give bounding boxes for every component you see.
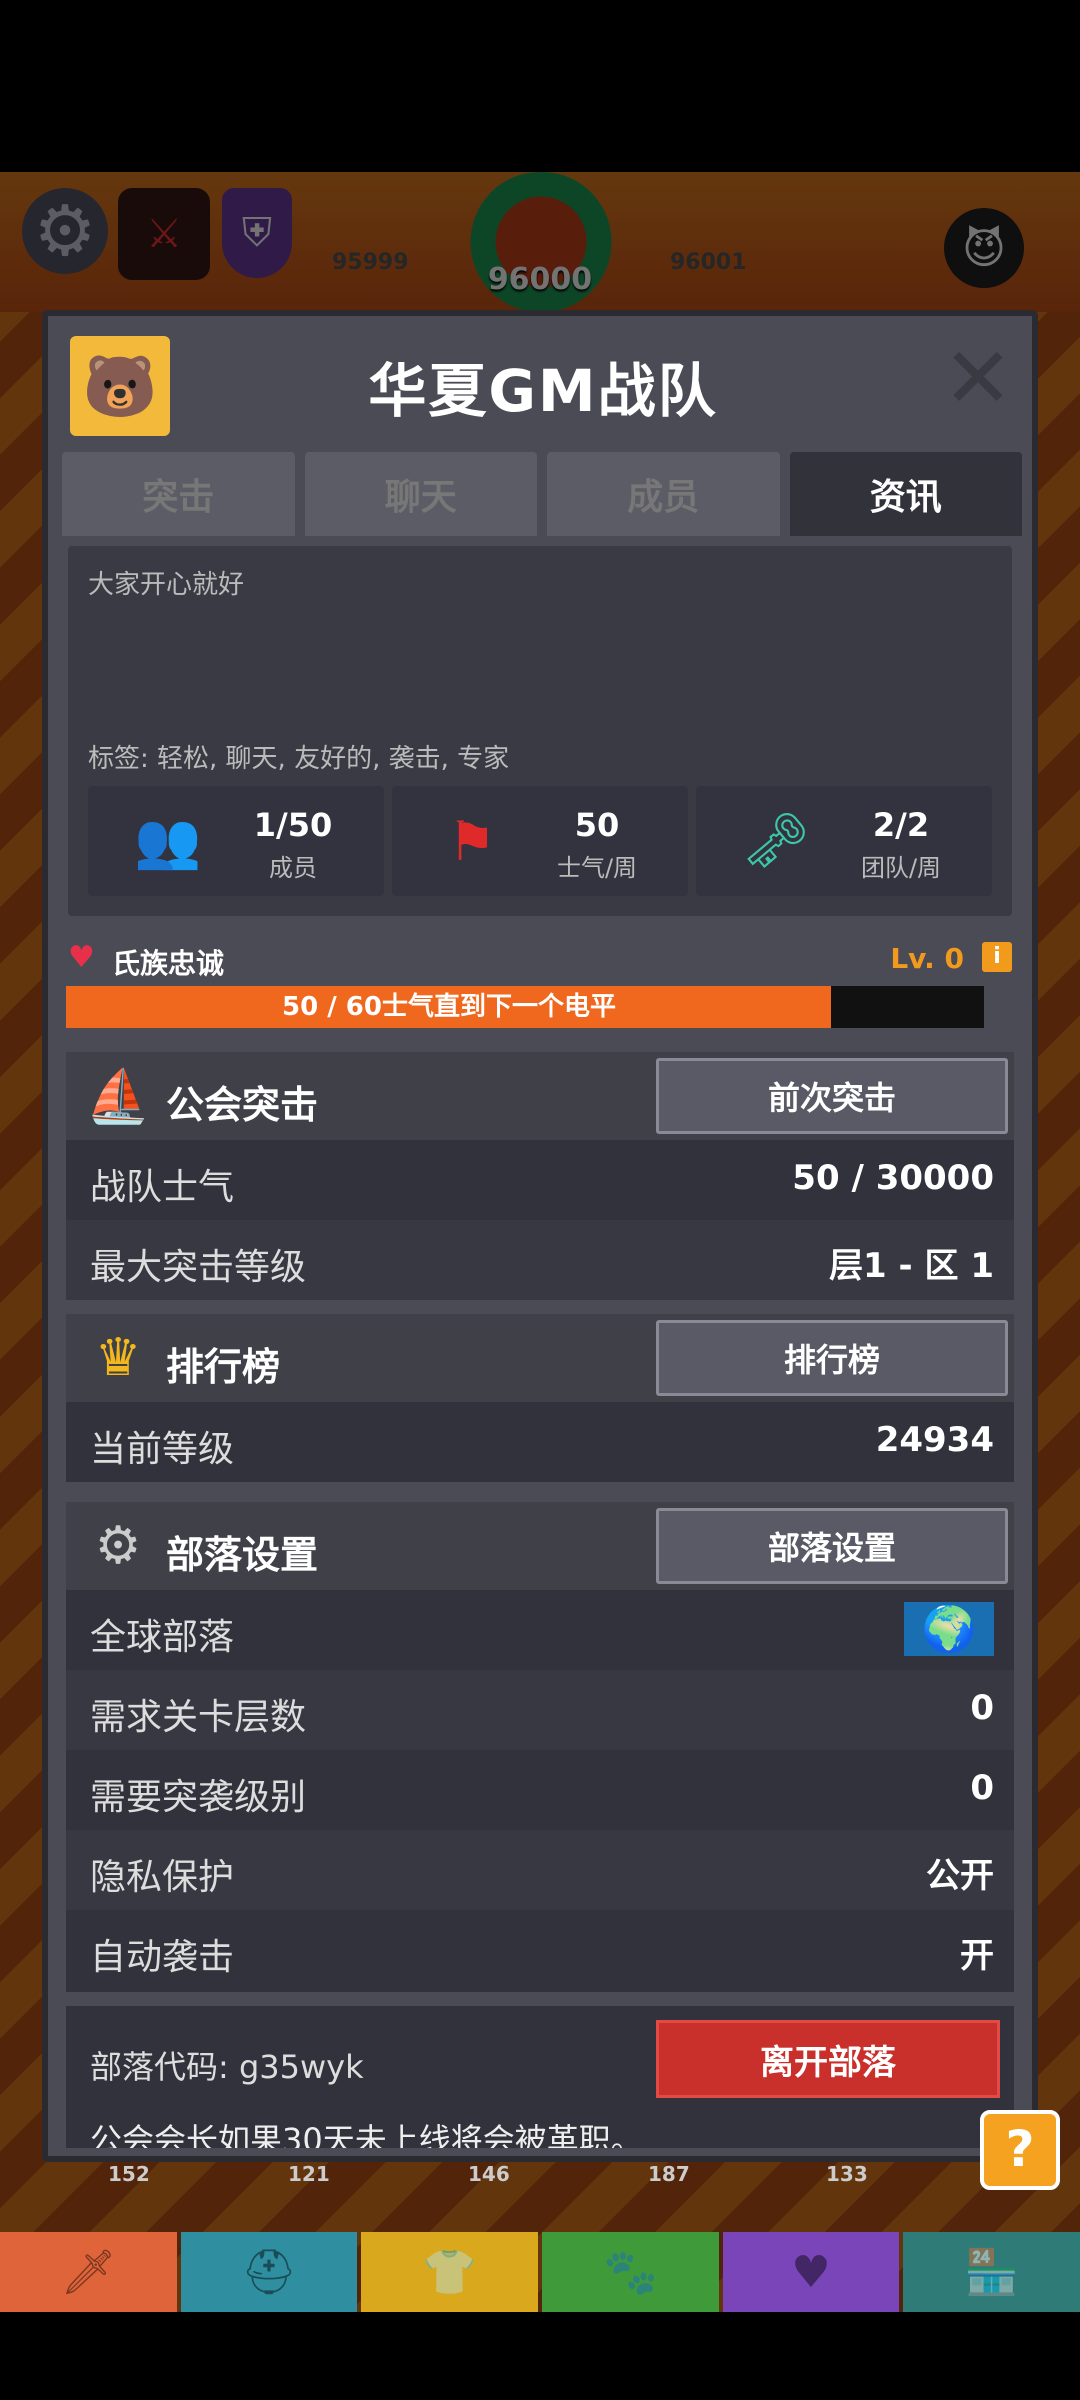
clan-icon[interactable]: ♥ bbox=[722, 2232, 900, 2312]
key-icon: 🗝 bbox=[741, 809, 811, 872]
row-value: 层1 - 区 1 bbox=[829, 1246, 994, 1286]
clan-settings-button[interactable]: 部落设置 bbox=[656, 1508, 1008, 1584]
game-screen: ⚙ ⚔ ⛨ 95999 96000 96001 😈 🐻 华夏GM战队 ✕ 突击 … bbox=[0, 0, 1080, 2400]
tab-chat[interactable]: 聊天 bbox=[304, 452, 537, 536]
clan-loyalty: ♥ 氏族忠诚 Lv. 0 i bbox=[68, 938, 1012, 980]
clan-settings-section: ⚙ 部落设置 部落设置 全球部落 🌍 需求关卡层数 0 需要突袭级别 0 隐私保… bbox=[66, 1502, 1014, 1992]
close-icon[interactable]: ✕ bbox=[938, 336, 1018, 422]
row-label: 自动袭击 bbox=[90, 1937, 235, 1978]
info-icon[interactable]: i bbox=[982, 942, 1012, 972]
stat-teams: 🗝 2/2 团队/周 bbox=[696, 786, 992, 896]
row-value: 0 bbox=[970, 1688, 994, 1728]
row-label: 最大突击等级 bbox=[90, 1247, 307, 1288]
members-icon: 👥 bbox=[134, 809, 202, 872]
row-value: 50 / 30000 bbox=[792, 1158, 994, 1198]
hero-level: 133 bbox=[826, 2162, 868, 2186]
members-label: 成员 bbox=[269, 854, 317, 882]
clan-motto: 大家开心就好 bbox=[88, 570, 245, 600]
loyalty-progress-bar: 50 / 60士气直到下一个电平 bbox=[66, 986, 984, 1028]
max-raid-level-row: 最大突击等级 层1 - 区 1 bbox=[66, 1220, 1014, 1300]
teams-value: 2/2 bbox=[872, 806, 930, 844]
dialog-header: 🐻 华夏GM战队 ✕ bbox=[48, 316, 1032, 440]
morale-value: 50 bbox=[574, 806, 620, 844]
hero-level: 121 bbox=[288, 2162, 330, 2186]
raid-section-header: ⛵ 公会突击 前次突击 bbox=[66, 1052, 1014, 1140]
tab-raid[interactable]: 突击 bbox=[62, 452, 295, 536]
ship-icon: ⛵ bbox=[85, 1066, 151, 1127]
clan-avatar: 🐻 bbox=[70, 336, 170, 436]
required-raid-level-row: 需要突袭级别 0 bbox=[66, 1750, 1014, 1830]
armor-icon[interactable]: 👕 bbox=[361, 2232, 539, 2312]
row-value: 开 bbox=[960, 1936, 994, 1976]
auto-raid-row: 自动袭击 开 bbox=[66, 1910, 1014, 1990]
ranking-section-header: ♛ 排行榜 排行榜 bbox=[66, 1314, 1014, 1402]
settings-section-header: ⚙ 部落设置 部落设置 bbox=[66, 1502, 1014, 1590]
row-value: 公开 bbox=[926, 1856, 994, 1896]
hero-level: 146 bbox=[468, 2162, 510, 2186]
heart-icon: ♥ bbox=[68, 940, 95, 975]
row-value: 0 bbox=[970, 1768, 994, 1808]
globe-icon: 🌍 bbox=[904, 1602, 994, 1656]
pet-icon[interactable]: 🐾 bbox=[542, 2232, 719, 2312]
current-rank-row: 当前等级 24934 bbox=[66, 1402, 1014, 1482]
helmet-icon[interactable]: ⛑ bbox=[180, 2232, 358, 2312]
raid-morale-row: 战队士气 50 / 30000 bbox=[66, 1140, 1014, 1220]
leaderboard-button[interactable]: 排行榜 bbox=[656, 1320, 1008, 1396]
clan-footer: 部落代码: g35wyk 离开部落 公会会长如果30天未上线将会被革职。 bbox=[66, 2006, 1014, 2148]
clan-code: 部落代码: g35wyk bbox=[90, 2048, 364, 2086]
row-label: 全球部落 bbox=[90, 1617, 235, 1658]
clan-tags: 标签: 轻松, 聊天, 友好的, 袭击, 专家 bbox=[88, 744, 510, 774]
hero-level: 187 bbox=[648, 2162, 690, 2186]
row-value: 24934 bbox=[875, 1420, 994, 1460]
hero-level: 152 bbox=[108, 2162, 150, 2186]
leave-clan-button[interactable]: 离开部落 bbox=[656, 2020, 1000, 2098]
loyalty-progress-text: 50 / 60士气直到下一个电平 bbox=[282, 992, 616, 1022]
inactive-leader-notice: 公会会长如果30天未上线将会被革职。 bbox=[90, 2121, 643, 2148]
bottom-nav: 🗡 ⛑ 👕 🐾 ♥ 🏪 bbox=[0, 2232, 1080, 2312]
row-label: 需求关卡层数 bbox=[90, 1697, 307, 1738]
tab-members[interactable]: 成员 bbox=[547, 452, 780, 536]
help-button[interactable]: ? bbox=[980, 2110, 1060, 2190]
row-label: 战队士气 bbox=[90, 1167, 235, 1208]
gear-icon: ⚙ bbox=[94, 1516, 142, 1576]
tab-info[interactable]: 资讯 bbox=[789, 452, 1022, 536]
raid-section: ⛵ 公会突击 前次突击 战队士气 50 / 30000 最大突击等级 层1 - … bbox=[66, 1052, 1014, 1300]
clan-info-panel: 大家开心就好 标签: 轻松, 聊天, 友好的, 袭击, 专家 👥 1/50 成员… bbox=[68, 546, 1012, 916]
raid-title: 公会突击 bbox=[166, 1083, 319, 1127]
sword-icon[interactable]: 🗡 bbox=[0, 2232, 177, 2312]
ranking-title: 排行榜 bbox=[166, 1345, 281, 1389]
crown-icon: ♛ bbox=[94, 1328, 142, 1388]
row-label: 隐私保护 bbox=[90, 1857, 235, 1898]
teams-label: 团队/周 bbox=[860, 854, 942, 882]
row-label: 当前等级 bbox=[90, 1429, 235, 1470]
privacy-row: 隐私保护 公开 bbox=[66, 1830, 1014, 1910]
morale-label: 士气/周 bbox=[556, 854, 638, 882]
last-raid-button[interactable]: 前次突击 bbox=[656, 1058, 1008, 1134]
global-clan-row: 全球部落 🌍 bbox=[66, 1590, 1014, 1670]
flag-icon: ⚑ bbox=[447, 809, 497, 873]
settings-title: 部落设置 bbox=[166, 1533, 319, 1577]
required-floor-row: 需求关卡层数 0 bbox=[66, 1670, 1014, 1750]
row-label: 需要突袭级别 bbox=[90, 1777, 307, 1818]
clan-info-dialog: 🐻 华夏GM战队 ✕ 突击 聊天 成员 资讯 大家开心就好 标签: 轻松, 聊天… bbox=[42, 310, 1038, 2162]
members-value: 1/50 bbox=[253, 806, 333, 844]
stat-morale: ⚑ 50 士气/周 bbox=[392, 786, 688, 896]
shop-icon[interactable]: 🏪 bbox=[903, 2232, 1080, 2312]
loyalty-label: 氏族忠诚 bbox=[112, 947, 225, 980]
dialog-title: 华夏GM战队 bbox=[368, 357, 718, 425]
stat-members: 👥 1/50 成员 bbox=[88, 786, 384, 896]
ranking-section: ♛ 排行榜 排行榜 当前等级 24934 bbox=[66, 1314, 1014, 1482]
loyalty-level: Lv. 0 bbox=[890, 942, 964, 975]
dialog-tabs: 突击 聊天 成员 资讯 bbox=[62, 452, 1022, 536]
